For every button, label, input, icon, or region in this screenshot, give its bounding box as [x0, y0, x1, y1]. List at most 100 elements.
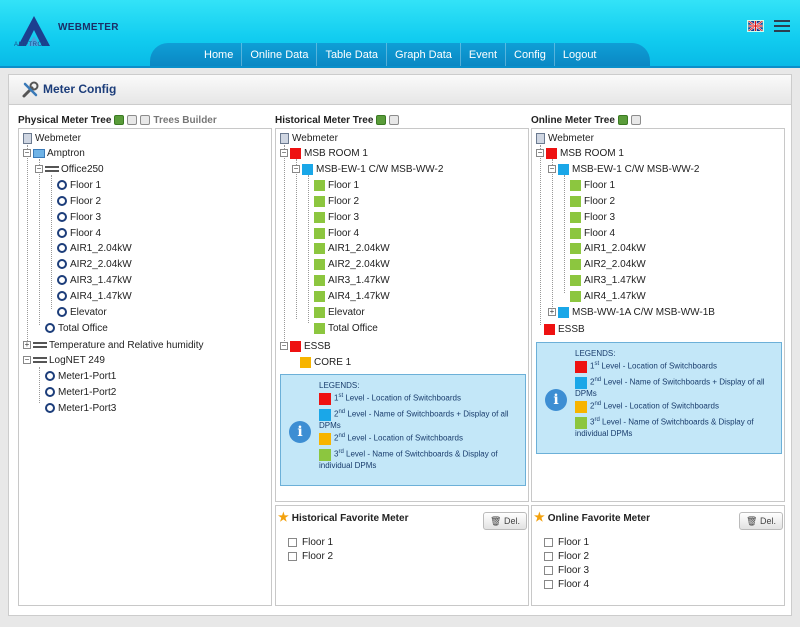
- tree-node-switchboard[interactable]: − MSB-EW-1 C/W MSB-WW-2: [292, 162, 443, 176]
- tree-node-port[interactable]: Meter1-Port1: [45, 369, 116, 383]
- tree-node-meter[interactable]: Floor 3: [314, 210, 359, 224]
- favorite-checkbox[interactable]: [288, 538, 297, 547]
- tree-node-meter[interactable]: Floor 2: [570, 194, 615, 208]
- nav-config[interactable]: Config: [506, 43, 555, 68]
- tree-node-meter[interactable]: Floor 3: [570, 210, 615, 224]
- tree-node-meter[interactable]: AIR4_1.47kW: [57, 289, 132, 303]
- tree-node-meter[interactable]: AIR2_2.04kW: [314, 257, 390, 271]
- menu-icon[interactable]: [774, 20, 790, 32]
- collapse-toggle-icon[interactable]: −: [548, 165, 556, 173]
- meter-icon: [45, 403, 55, 413]
- favorite-item[interactable]: Floor 2: [288, 551, 333, 562]
- tree-node-meter[interactable]: Elevator: [314, 305, 365, 319]
- favorite-item[interactable]: Floor 3: [544, 565, 589, 576]
- favorite-item[interactable]: Floor 1: [288, 537, 333, 548]
- page-title: Meter Config: [43, 82, 117, 96]
- favorite-checkbox[interactable]: [544, 552, 553, 561]
- tree-node-switchboard[interactable]: − MSB-EW-1 C/W MSB-WW-2: [548, 162, 699, 176]
- tree-node-meter[interactable]: AIR2_2.04kW: [57, 257, 132, 271]
- tree-node-meter[interactable]: Floor 3: [57, 210, 101, 224]
- tree-node-meter[interactable]: Floor 1: [314, 178, 359, 192]
- collapse-toggle-icon[interactable]: −: [23, 356, 31, 364]
- tree-node-meter[interactable]: AIR4_1.47kW: [314, 289, 390, 303]
- tree-node-meter[interactable]: AIR3_1.47kW: [570, 273, 646, 287]
- collapse-toggle-icon[interactable]: −: [35, 165, 43, 173]
- trees-builder-link[interactable]: Trees Builder: [153, 115, 216, 126]
- tree-node-meter[interactable]: AIR1_2.04kW: [57, 241, 132, 255]
- tree-node-webmeter[interactable]: Webmeter: [536, 131, 594, 145]
- tree-node-office250[interactable]: − Office250: [35, 162, 104, 176]
- tree-node-essb[interactable]: − ESSB: [280, 339, 331, 353]
- nav-online-data[interactable]: Online Data: [242, 43, 318, 68]
- favorite-checkbox[interactable]: [544, 538, 553, 547]
- expand-toggle-icon[interactable]: +: [23, 341, 31, 349]
- nav-logout[interactable]: Logout: [555, 43, 605, 68]
- trees-builder-icon[interactable]: [140, 115, 151, 125]
- uk-flag-icon[interactable]: [747, 20, 764, 32]
- favorite-item[interactable]: Floor 1: [544, 537, 589, 548]
- online-delete-button[interactable]: 🗑 Del.: [739, 512, 783, 530]
- tree-node-meter[interactable]: AIR1_2.04kW: [314, 241, 390, 255]
- favorite-checkbox[interactable]: [544, 566, 553, 575]
- tree-node-meter[interactable]: Elevator: [57, 305, 107, 319]
- legend-row-level1: 1st Level - Location of Switchboards: [319, 391, 519, 405]
- tree-node-meter[interactable]: AIR3_1.47kW: [57, 273, 132, 287]
- expand-toggle-icon[interactable]: +: [548, 308, 556, 316]
- level1-square-icon: [290, 147, 301, 159]
- tree-go-icon[interactable]: [376, 115, 387, 125]
- collapse-toggle-icon[interactable]: −: [280, 149, 288, 157]
- nav-event[interactable]: Event: [461, 43, 507, 68]
- level3-square-icon: [314, 211, 325, 223]
- level3-square-icon: [314, 195, 325, 207]
- favorite-item[interactable]: Floor 4: [544, 579, 589, 590]
- meter-icon: [57, 291, 67, 301]
- level3-square-icon: [314, 227, 325, 239]
- tree-node-webmeter[interactable]: Webmeter: [23, 131, 81, 145]
- tree-go-icon[interactable]: [617, 115, 628, 125]
- collapse-toggle-icon[interactable]: −: [292, 165, 300, 173]
- nav-graph-data[interactable]: Graph Data: [387, 43, 461, 68]
- tree-node-webmeter[interactable]: Webmeter: [280, 131, 338, 145]
- tree-node-total-office[interactable]: Total Office: [45, 321, 108, 335]
- tree-node-msb-room[interactable]: − MSB ROOM 1: [536, 146, 624, 160]
- tree-node-meter[interactable]: Floor 2: [314, 194, 359, 208]
- tree-node-lognet[interactable]: − LogNET 249: [23, 353, 105, 367]
- historical-delete-button[interactable]: 🗑 Del.: [483, 512, 527, 530]
- tree-node-port[interactable]: Meter1-Port2: [45, 385, 116, 399]
- tree-node-meter[interactable]: AIR2_2.04kW: [570, 257, 646, 271]
- tree-node-amptron[interactable]: − Amptron: [23, 146, 85, 160]
- historical-favorite-title: ★ Historical Favorite Meter: [278, 510, 409, 524]
- tree-node-meter[interactable]: Floor 2: [57, 194, 101, 208]
- tree-node-meter[interactable]: Floor 4: [57, 226, 101, 240]
- tree-node-switchboard-2[interactable]: + MSB-WW-1A C/W MSB-WW-1B: [548, 305, 715, 319]
- tree-node-core[interactable]: CORE 1: [300, 355, 351, 369]
- favorite-item[interactable]: Floor 2: [544, 551, 589, 562]
- collapse-toggle-icon[interactable]: −: [536, 149, 544, 157]
- collapse-toggle-icon[interactable]: −: [280, 342, 288, 350]
- tree-node-temperature[interactable]: + Temperature and Relative humidity: [23, 338, 204, 352]
- tree-node-meter[interactable]: AIR4_1.47kW: [570, 289, 646, 303]
- tree-add-icon[interactable]: [389, 115, 400, 125]
- tree-node-meter[interactable]: Total Office: [314, 321, 378, 335]
- tree-node-meter[interactable]: Floor 4: [314, 226, 359, 240]
- tree-go-icon[interactable]: [114, 115, 125, 125]
- tree-add-icon[interactable]: [630, 115, 641, 125]
- tree-node-meter[interactable]: Floor 1: [57, 178, 101, 192]
- tree-node-meter[interactable]: Floor 1: [570, 178, 615, 192]
- nav-table-data[interactable]: Table Data: [317, 43, 388, 68]
- tree-node-port[interactable]: Meter1-Port3: [45, 401, 116, 415]
- tree-node-msb-room[interactable]: − MSB ROOM 1: [280, 146, 368, 160]
- favorite-checkbox[interactable]: [544, 580, 553, 589]
- level2-square-icon: [558, 306, 569, 318]
- tree-node-meter[interactable]: AIR3_1.47kW: [314, 273, 390, 287]
- nav-home[interactable]: Home: [196, 43, 243, 68]
- favorite-checkbox[interactable]: [288, 552, 297, 561]
- tree-node-meter[interactable]: AIR1_2.04kW: [570, 241, 646, 255]
- level3-square-icon: [570, 211, 581, 223]
- collapse-toggle-icon[interactable]: −: [23, 149, 31, 157]
- legend-title: LEGENDS:: [575, 349, 616, 358]
- tree-node-meter[interactable]: Floor 4: [570, 226, 615, 240]
- tools-icon: [22, 81, 39, 98]
- tree-node-essb[interactable]: ESSB: [544, 322, 585, 336]
- tree-add-icon[interactable]: [127, 115, 138, 125]
